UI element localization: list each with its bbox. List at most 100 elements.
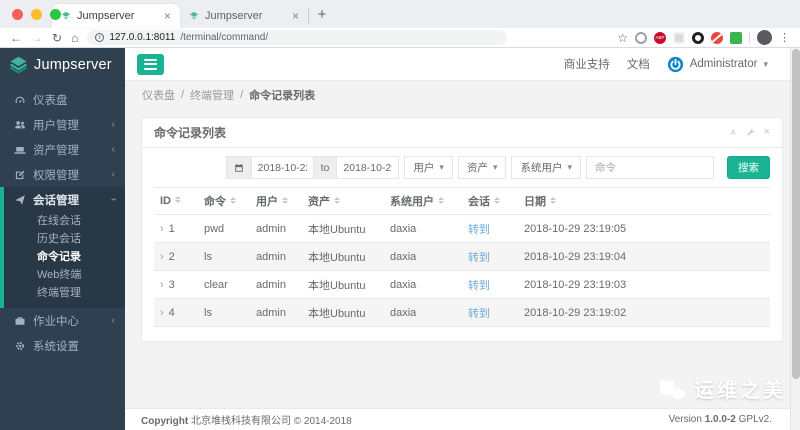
date-to-input[interactable] xyxy=(336,156,400,179)
expand-row-icon[interactable]: › xyxy=(160,223,164,235)
expand-row-icon[interactable]: › xyxy=(160,251,164,263)
collapse-icon[interactable]: ∧ xyxy=(730,128,737,137)
session-goto-link[interactable]: 转到 xyxy=(468,308,490,320)
app-logo[interactable]: Jumpserver xyxy=(0,48,125,81)
date-from-input[interactable] xyxy=(250,156,314,179)
home-icon[interactable]: ⌂ xyxy=(71,32,78,44)
maximize-window-button[interactable] xyxy=(50,9,61,20)
close-panel-icon[interactable]: × xyxy=(764,127,770,138)
sidebar-toggle-button[interactable] xyxy=(137,53,164,75)
chevron-left-icon: ‹ xyxy=(111,169,115,180)
select-value: 资产 xyxy=(466,162,488,174)
search-button[interactable]: 搜索 xyxy=(727,156,770,179)
column-header-id[interactable]: ID xyxy=(154,187,198,215)
breadcrumb-item[interactable]: 终端管理 xyxy=(190,87,234,103)
sidebar-item-label: 作业中心 xyxy=(33,315,79,328)
browser-tab-inactive[interactable]: Jumpserver × xyxy=(180,4,308,28)
address-bar: ← → ↻ ⌂ i 127.0.0.1:8011/terminal/comman… xyxy=(0,28,800,48)
extension-icon-adblock[interactable]: ABP xyxy=(654,31,666,44)
system-user-cell-value: daxia xyxy=(390,251,417,263)
sort-icon xyxy=(550,196,556,204)
date-cell: 2018-10-29 23:19:03 xyxy=(518,270,770,299)
asset-cell: 本地Ubuntu xyxy=(302,214,384,243)
column-header-date[interactable]: 日期 xyxy=(518,187,770,215)
column-label: 日期 xyxy=(524,196,546,208)
column-header-session[interactable]: 会话 xyxy=(462,187,518,215)
sidebar-subitem-command-records[interactable]: 命令记录 xyxy=(4,248,125,266)
sidebar-item-dashboard[interactable]: 仪表盘 xyxy=(0,87,125,112)
new-tab-button[interactable]: + xyxy=(309,4,335,28)
asset-cell: 本地Ubuntu xyxy=(302,242,384,271)
session-goto-link[interactable]: 转到 xyxy=(468,224,490,236)
sort-icon xyxy=(438,196,444,204)
system-user-cell: daxia xyxy=(384,298,462,327)
sidebar-item-assets[interactable]: 资产管理 ‹ xyxy=(0,137,125,162)
browser-tab-active[interactable]: Jumpserver × xyxy=(52,4,180,28)
browser-menu-icon[interactable]: ⋮ xyxy=(779,31,790,44)
expand-row-icon[interactable]: › xyxy=(160,307,164,319)
tab-close-icon[interactable]: × xyxy=(164,10,171,22)
info-icon[interactable]: i xyxy=(95,33,105,42)
extension-icon-4[interactable] xyxy=(711,31,723,44)
bookmark-star-icon[interactable]: ☆ xyxy=(617,31,628,45)
extension-icon-5[interactable] xyxy=(730,31,742,44)
favicon-jumpserver xyxy=(61,11,71,20)
extension-icon-2[interactable] xyxy=(673,31,685,44)
back-icon[interactable]: ← xyxy=(10,32,22,44)
close-window-button[interactable] xyxy=(12,9,23,20)
page-scrollbar[interactable] xyxy=(790,48,800,430)
docs-link[interactable]: 文档 xyxy=(627,56,650,72)
extension-icon-1[interactable] xyxy=(635,31,647,44)
id-cell: › 2 xyxy=(154,242,198,271)
browser-profile-avatar[interactable] xyxy=(757,30,772,45)
logo-text: Jumpserver xyxy=(34,56,112,73)
command-cell-value: ls xyxy=(204,251,212,263)
session-goto-link[interactable]: 转到 xyxy=(468,252,490,264)
column-header-system-user[interactable]: 系统用户 xyxy=(384,187,462,215)
chevron-left-icon: ‹ xyxy=(111,315,115,326)
sidebar-item-users[interactable]: 用户管理 ‹ xyxy=(0,112,125,137)
breadcrumb-item[interactable]: 仪表盘 xyxy=(142,87,175,103)
system-user-filter-select[interactable]: 系统用户 ▾ xyxy=(511,156,581,179)
user-cell: admin xyxy=(250,270,302,299)
system-user-cell: daxia xyxy=(384,214,462,243)
minimize-window-button[interactable] xyxy=(31,9,42,20)
session-goto-link[interactable]: 转到 xyxy=(468,280,490,292)
column-header-command[interactable]: 命令 xyxy=(198,187,250,215)
command-cell: clear xyxy=(198,270,250,299)
column-header-user[interactable]: 用户 xyxy=(250,187,302,215)
asset-filter-select[interactable]: 资产 ▾ xyxy=(457,156,507,179)
url-omnibox[interactable]: i 127.0.0.1:8011/terminal/command/ xyxy=(87,30,508,45)
command-cell-value: ls xyxy=(204,307,212,319)
date-cell-value: 2018-10-29 23:19:02 xyxy=(524,307,627,319)
column-header-asset[interactable]: 资产 xyxy=(302,187,384,215)
sidebar-subitem-terminal-management[interactable]: 终端管理 xyxy=(4,284,125,302)
user-menu[interactable]: Administrator ▾ xyxy=(667,56,768,73)
sidebar-item-job-center[interactable]: 作业中心 ‹ xyxy=(0,308,125,333)
expand-row-icon[interactable]: › xyxy=(160,279,164,291)
sidebar-item-sessions[interactable]: 会话管理 ‹ xyxy=(4,187,125,212)
extension-icon-3[interactable] xyxy=(692,31,704,44)
system-user-cell-value: daxia xyxy=(390,307,417,319)
sidebar-item-label: 仪表盘 xyxy=(33,94,68,107)
command-cell: pwd xyxy=(198,214,250,243)
date-cell-value: 2018-10-29 23:19:03 xyxy=(524,279,627,291)
sidebar-subitem-online-sessions[interactable]: 在线会话 xyxy=(4,212,125,230)
sidebar-subitem-history-sessions[interactable]: 历史会话 xyxy=(4,230,125,248)
tab-close-icon[interactable]: × xyxy=(292,10,299,22)
sidebar-subitem-web-terminal[interactable]: Web终端 xyxy=(4,266,125,284)
forward-icon[interactable]: → xyxy=(31,32,43,44)
sidebar-item-system-settings[interactable]: 系统设置 xyxy=(0,333,125,358)
user-cell: admin xyxy=(250,298,302,327)
reload-icon[interactable]: ↻ xyxy=(52,32,62,44)
wrench-icon[interactable] xyxy=(746,128,755,137)
sidebar-item-label: 资产管理 xyxy=(33,144,79,157)
user-filter-select[interactable]: 用户 ▾ xyxy=(404,156,453,179)
sidebar-section-sessions: 会话管理 ‹ 在线会话 历史会话 命令记录 Web终端 终端管理 xyxy=(0,187,125,308)
scrollbar-thumb[interactable] xyxy=(792,49,800,379)
id-cell: › 4 xyxy=(154,298,198,327)
sidebar-item-permissions[interactable]: 权限管理 ‹ xyxy=(0,162,125,187)
support-link[interactable]: 商业支持 xyxy=(564,56,610,72)
calendar-icon[interactable] xyxy=(225,156,252,179)
command-search-input[interactable] xyxy=(586,156,714,179)
